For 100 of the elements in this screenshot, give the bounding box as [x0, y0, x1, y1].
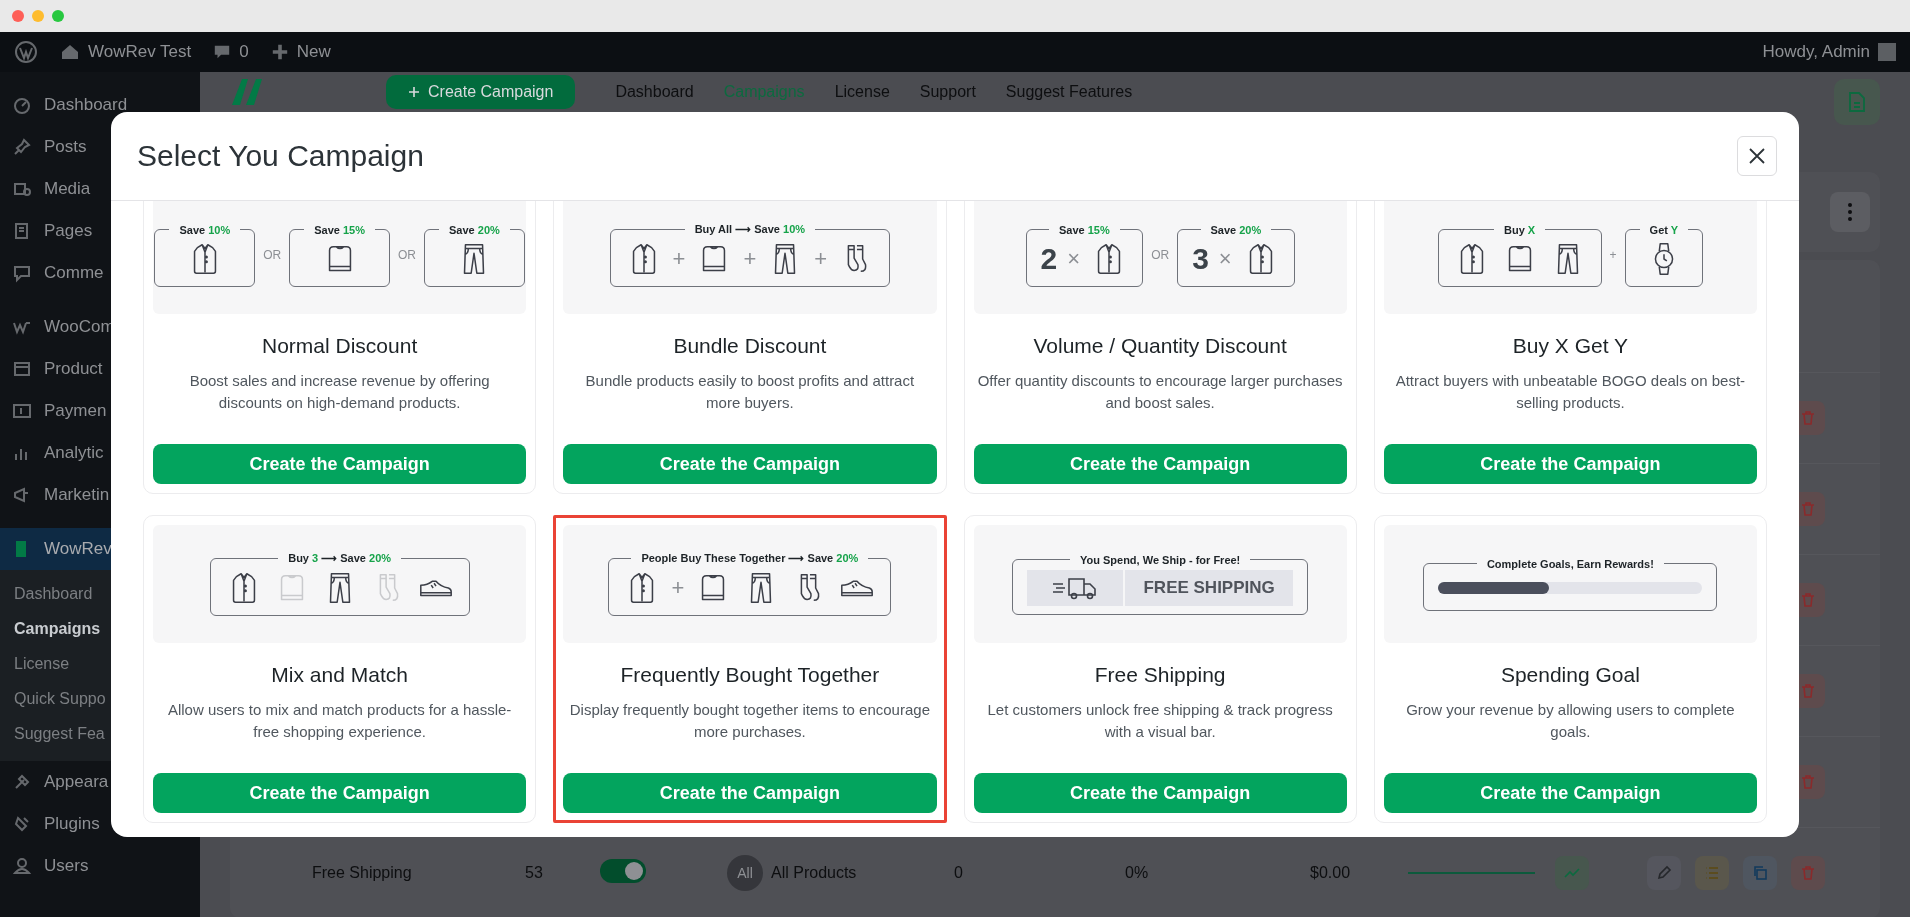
offer-label: Get Y: [1648, 223, 1680, 236]
separator-text: +: [1609, 248, 1617, 262]
create-campaign-button[interactable]: Create the Campaign: [1383, 444, 1757, 484]
create-campaign-button[interactable]: Create the Campaign: [563, 773, 937, 813]
plus-icon: [408, 86, 420, 98]
operator-sign: +: [672, 246, 686, 272]
plus-icon[interactable]: [270, 43, 289, 61]
sidebar-label: Appeara: [44, 772, 109, 792]
payment-card-icon: [12, 401, 32, 421]
create-campaign-button[interactable]: Create Campaign: [386, 75, 576, 109]
more-button[interactable]: [1830, 192, 1870, 232]
table-cell-text: 0%: [1125, 864, 1150, 882]
wordpress-logo-icon[interactable]: [14, 40, 38, 64]
home-icon[interactable]: [60, 42, 80, 62]
offer-label: Save 20%: [1209, 223, 1263, 236]
offer-label: Save 15%: [1057, 223, 1111, 236]
sidebar-label: Users: [44, 856, 89, 876]
trash-icon: [1800, 501, 1816, 517]
quantity-number: 3: [1192, 241, 1209, 276]
gauge-icon: [12, 95, 32, 115]
close-button[interactable]: [1737, 136, 1777, 176]
offer-label: Complete Goals, Earn Rewards!: [1485, 557, 1655, 570]
separator-text: OR: [263, 248, 282, 262]
sidebar-label: Product: [44, 359, 103, 379]
offer-label: People Buy These Together ⟶ Save 20%: [640, 552, 860, 565]
greeting-link[interactable]: Howdy, Admin: [1762, 42, 1870, 62]
create-campaign-button[interactable]: Create the Campaign: [973, 444, 1347, 484]
card-title: Spending Goal: [1500, 663, 1640, 687]
create-campaign-button[interactable]: Create the Campaign: [153, 773, 527, 813]
card-title: Mix and Match: [271, 663, 408, 687]
sidebar-item[interactable]: Comme: [0, 252, 200, 294]
separator-text: OR: [1151, 248, 1170, 262]
pin-icon: [12, 137, 32, 157]
zoom-window-dot[interactable]: [52, 10, 64, 22]
offer-label: Buy All ⟶ Save 10%: [693, 223, 807, 236]
target-cell: All Products: [771, 864, 857, 882]
trash-icon: [1800, 410, 1816, 426]
close-window-dot[interactable]: [12, 10, 24, 22]
sidebar-label: Media: [44, 179, 91, 199]
trash-icon: [1800, 774, 1816, 790]
sidebar-label: Analytic: [44, 443, 104, 463]
new-link[interactable]: New: [296, 42, 331, 62]
archive-icon: [12, 359, 32, 379]
create-campaign-button[interactable]: Create the Campaign: [973, 773, 1347, 813]
edit-button[interactable]: [1647, 856, 1681, 890]
table-cell-text: 0: [954, 864, 964, 882]
sidebar-label: Dashboard: [44, 95, 128, 115]
campaign-name: Free Shipping: [312, 864, 413, 882]
table-cell-text: $0.00: [1310, 864, 1352, 882]
offer-label: Save 15%: [313, 223, 366, 236]
user-icon: [12, 856, 32, 876]
card-description: Bundle products easily to boost profits and attract more buyers.: [584, 371, 916, 413]
offer-label: Buy 3 ⟶ Save 20%: [287, 552, 393, 565]
comments-count[interactable]: 0: [239, 42, 249, 62]
count-cell-text: 53: [525, 864, 544, 882]
card-description: Allow users to mix and match products for a hassle-free shopping experience.: [166, 700, 513, 742]
pencil-icon: [1656, 865, 1672, 881]
all-badge: All: [727, 855, 763, 891]
offer-label: Save 20%: [448, 223, 501, 236]
create-campaign-button[interactable]: Create the Campaign: [1383, 773, 1757, 813]
offer-label: You Spend, We Ship - for Free!: [1078, 553, 1242, 566]
document-icon: [1847, 91, 1867, 113]
sidebar-item[interactable]: Dashboard: [0, 84, 200, 126]
sidebar-label: Paymen: [44, 401, 107, 421]
card-title: Bundle Discount: [673, 334, 827, 358]
offer-label: Save 10%: [178, 223, 232, 236]
card-title: Buy X Get Y: [1512, 334, 1628, 358]
operator-sign: ×: [1218, 245, 1232, 272]
create-campaign-button[interactable]: Create the Campaign: [563, 444, 937, 484]
offer-label: Buy X: [1503, 223, 1537, 236]
close-icon: [1747, 146, 1767, 166]
sidebar-item[interactable]: Users: [0, 845, 200, 887]
minimize-window-dot[interactable]: [32, 10, 44, 22]
sidebar-label: WowRev: [44, 539, 112, 559]
shipping-text: FREE SHIPPING: [1142, 577, 1276, 598]
create-campaign-button[interactable]: Create the Campaign: [153, 444, 527, 484]
separator-text: OR: [398, 248, 416, 262]
sidebar-label: Pages: [44, 221, 93, 241]
card-description: Grow your revenue by allowing users to complete goals.: [1405, 700, 1736, 742]
sidebar-label: Plugins: [44, 814, 100, 834]
site-name-link[interactable]: WowRev Test: [88, 42, 192, 62]
card-title: Normal Discount: [262, 334, 418, 358]
card-title: Volume / Quantity Discount: [1033, 334, 1287, 358]
sidebar-label: Posts: [44, 137, 87, 157]
card-description: Display frequently bought together items to encourage more purchases.: [568, 700, 931, 742]
kebab-icon: [1847, 202, 1853, 222]
card-description: Offer quantity discounts to encourage larger purchases and boost sales.: [976, 371, 1344, 413]
operator-sign: +: [743, 246, 757, 272]
operator-sign: ×: [1067, 245, 1081, 272]
card-description: Let customers unlock free shipping & track progress with a visual bar.: [986, 700, 1334, 742]
quantity-number: 2: [1040, 241, 1058, 276]
card-title: Frequently Bought Together: [620, 663, 880, 687]
operator-sign: +: [814, 246, 828, 272]
toggle-switch[interactable]: [600, 859, 646, 883]
sidebar-label: Comme: [44, 263, 104, 283]
trash-icon: [1800, 683, 1816, 699]
speech-bubble-icon: [12, 263, 32, 283]
card-description: Attract buyers with unbeatable BOGO deals on best-selling products.: [1394, 371, 1747, 413]
list-icon: [1704, 865, 1720, 881]
sidebar-label: Marketin: [44, 485, 110, 505]
